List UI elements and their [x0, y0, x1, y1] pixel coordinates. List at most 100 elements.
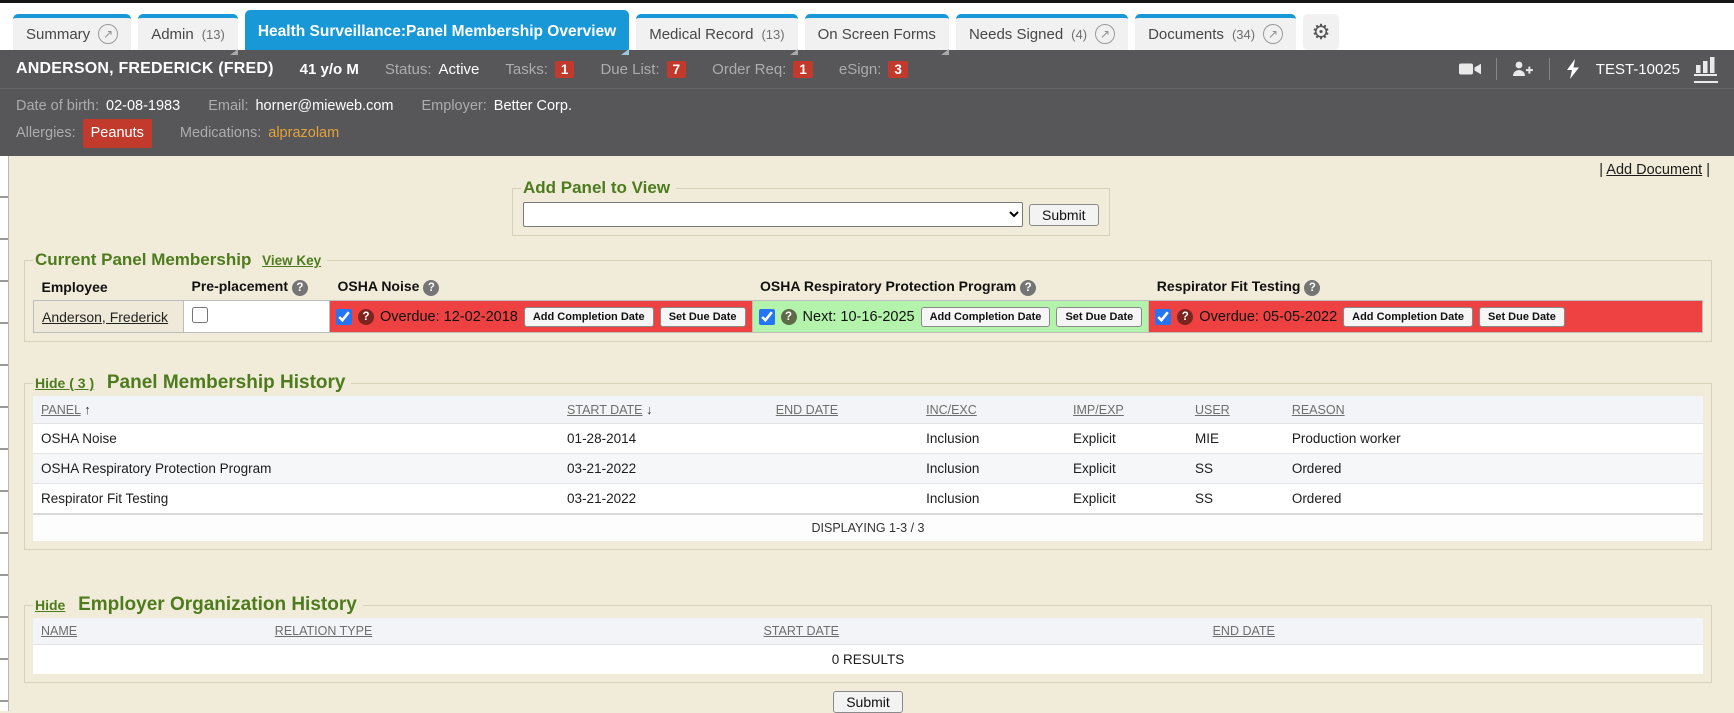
add-document-row: | Add Document |	[24, 160, 1712, 178]
col-user-link[interactable]: USER	[1195, 403, 1230, 417]
tab-medical-record[interactable]: Medical Record (13)	[636, 14, 797, 50]
tab-admin[interactable]: Admin (13)	[138, 14, 238, 50]
col-panel-link[interactable]: PANEL	[41, 403, 81, 417]
cell-imp-exp: Explicit	[1065, 484, 1187, 515]
video-camera-icon[interactable]	[1458, 58, 1482, 80]
cell-user: SS	[1187, 484, 1284, 515]
cell-panel: OSHA Noise	[33, 424, 559, 454]
cell-imp-exp: Explicit	[1065, 454, 1187, 484]
tab-needs-signed[interactable]: Needs Signed (4) ↗	[956, 14, 1128, 50]
panel-history-table: PANEL ↑ START DATE ↓ END DATE INC/EXC IM…	[33, 396, 1703, 541]
hide-employer-history-link[interactable]: Hide	[35, 597, 65, 613]
col-inc-exc-link[interactable]: INC/EXC	[926, 403, 977, 417]
employer-history-table: NAME RELATION TYPE START DATE END DATE 0…	[33, 618, 1703, 674]
cell-reason: Ordered	[1284, 484, 1703, 515]
hide-history-link[interactable]: Hide ( 3 )	[35, 375, 94, 391]
order-req-count-badge[interactable]: 1	[793, 61, 813, 78]
cell-inc-exc: Inclusion	[918, 424, 1065, 454]
col-end-date-link[interactable]: END DATE	[1213, 624, 1275, 638]
employer-value: Better Corp.	[494, 94, 572, 119]
panel-history-header-row: PANEL ↑ START DATE ↓ END DATE INC/EXC IM…	[33, 396, 1703, 424]
popout-icon[interactable]: ↗	[98, 24, 118, 44]
add-completion-date-button[interactable]: Add Completion Date	[921, 307, 1051, 327]
help-icon[interactable]: ?	[1177, 309, 1193, 325]
cell-user: MIE	[1187, 424, 1284, 454]
add-completion-date-button[interactable]: Add Completion Date	[524, 307, 654, 327]
help-icon[interactable]: ?	[292, 280, 308, 296]
patient-header-actions: TEST-10025	[1458, 56, 1718, 83]
left-rail[interactable]	[0, 156, 9, 711]
add-document-link[interactable]: Add Document	[1606, 162, 1702, 178]
col-relation-type-link[interactable]: RELATION TYPE	[275, 624, 372, 638]
set-due-date-button[interactable]: Set Due Date	[1056, 307, 1142, 327]
allergy-badge[interactable]: Peanuts	[83, 119, 152, 148]
table-row: Respirator Fit Testing 03-21-2022 Inclus…	[33, 484, 1703, 515]
bottom-submit-row: Submit	[24, 691, 1712, 713]
col-start-date: START DATE	[567, 618, 1035, 645]
add-completion-date-button[interactable]: Add Completion Date	[1343, 307, 1473, 327]
current-panel-title: Current Panel Membership	[35, 250, 251, 269]
col-inc-exc: INC/EXC	[918, 396, 1065, 424]
tasks-count-badge[interactable]: 1	[555, 61, 575, 78]
help-icon[interactable]: ?	[423, 280, 439, 296]
esign-counter: eSign: 3	[839, 61, 908, 78]
pipe: |	[1702, 162, 1710, 178]
col-reason-link[interactable]: REASON	[1292, 403, 1345, 417]
settings-button[interactable]: ⚙	[1303, 14, 1339, 50]
col-osha-noise: OSHA Noise ?	[330, 274, 753, 301]
patient-header-bar: ANDERSON, FREDERICK (FRED) 41 y/o M Stat…	[0, 50, 1734, 88]
view-key-link[interactable]: View Key	[262, 253, 321, 268]
col-imp-exp-link[interactable]: IMP/EXP	[1073, 403, 1124, 417]
osha-respiratory-checkbox[interactable]	[759, 309, 775, 325]
panel-select[interactable]	[523, 202, 1023, 227]
tab-label: Summary	[26, 26, 90, 43]
tab-documents[interactable]: Documents (34) ↗	[1135, 14, 1296, 50]
set-due-date-button[interactable]: Set Due Date	[1479, 307, 1565, 327]
dob-value: 02-08-1983	[106, 94, 180, 119]
help-icon[interactable]: ?	[358, 309, 374, 325]
tasks-counter: Tasks: 1	[505, 61, 574, 78]
employer-history-title: Employer Organization History	[78, 594, 357, 615]
help-icon[interactable]: ?	[781, 309, 797, 325]
add-panel-submit-button[interactable]: Submit	[1029, 204, 1099, 226]
esign-label: eSign:	[839, 61, 882, 78]
tab-on-screen-forms[interactable]: On Screen Forms	[805, 14, 949, 50]
tab-summary[interactable]: Summary ↗	[13, 14, 131, 50]
respirator-fit-checkbox[interactable]	[1155, 309, 1171, 325]
patient-name: ANDERSON, FREDERICK (FRED)	[16, 60, 274, 78]
col-imp-exp: IMP/EXP	[1065, 396, 1187, 424]
lightning-icon[interactable]	[1564, 58, 1582, 80]
tab-label: On Screen Forms	[818, 26, 936, 43]
col-start-date-link[interactable]: START DATE	[763, 624, 838, 638]
help-icon[interactable]: ?	[1304, 280, 1320, 296]
pre-placement-cell	[184, 301, 330, 333]
add-panel-fieldset: Add Panel to View Submit	[512, 178, 1110, 236]
col-name-link[interactable]: NAME	[41, 624, 77, 638]
respirator-fit-cell: ? Overdue: 05-05-2022 Add Completion Dat…	[1149, 301, 1703, 333]
popout-icon[interactable]: ↗	[1263, 24, 1283, 44]
flowsheet-button[interactable]	[1694, 56, 1718, 83]
pre-placement-checkbox[interactable]	[192, 307, 208, 323]
esign-count-badge[interactable]: 3	[888, 61, 908, 78]
due-list-count-badge[interactable]: 7	[667, 61, 687, 78]
col-end-date-link[interactable]: END DATE	[776, 403, 838, 417]
osha-respiratory-cell: ? Next: 10-16-2025 Add Completion Date S…	[752, 301, 1149, 333]
sort-asc-icon: ↑	[84, 402, 91, 417]
osha-noise-checkbox[interactable]	[336, 309, 352, 325]
tab-label: Documents	[1148, 26, 1224, 43]
employer-label: Employer:	[422, 94, 487, 119]
employer-field: Employer: Better Corp.	[422, 94, 572, 119]
osha-noise-cell: ? Overdue: 12-02-2018 Add Completion Dat…	[330, 301, 753, 333]
allergies-field: Allergies: Peanuts	[16, 119, 152, 148]
employee-link[interactable]: Anderson, Frederick	[42, 309, 168, 325]
popout-icon[interactable]: ↗	[1095, 24, 1115, 44]
tab-count: (13)	[761, 27, 784, 42]
col-name: NAME	[33, 618, 267, 645]
add-person-icon[interactable]	[1511, 58, 1535, 80]
cell-end-date	[768, 454, 918, 484]
help-icon[interactable]: ?	[1020, 280, 1036, 296]
tab-health-surveillance-panel-membership-overview[interactable]: Health Surveillance:Panel Membership Ove…	[245, 10, 629, 50]
page-submit-button[interactable]: Submit	[833, 691, 903, 713]
set-due-date-button[interactable]: Set Due Date	[660, 307, 746, 327]
col-start-date-link[interactable]: START DATE	[567, 403, 642, 417]
